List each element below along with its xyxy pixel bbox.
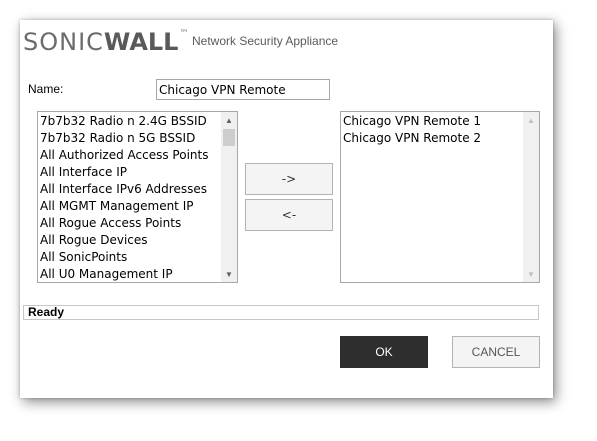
ok-button[interactable]: OK — [340, 336, 428, 368]
scroll-thumb[interactable] — [223, 129, 235, 146]
list-item[interactable]: All Interface IPv6 Addresses — [38, 181, 221, 198]
cancel-button[interactable]: CANCEL — [452, 336, 540, 368]
product-title: Network Security Appliance — [192, 34, 339, 48]
status-bar: Ready — [23, 305, 539, 320]
scroll-down-icon[interactable]: ▼ — [523, 266, 539, 282]
name-label: Name: — [28, 82, 64, 96]
address-group-dialog: SONIC WALL ™ Network Security Appliance Na… — [20, 20, 553, 398]
list-item[interactable]: All Rogue Access Points — [38, 215, 221, 232]
list-item[interactable]: Chicago VPN Remote 2 — [341, 130, 523, 147]
list-item[interactable]: 7b7b32 Radio n 2.4G BSSID — [38, 113, 221, 130]
group-members-items: Chicago VPN Remote 1 Chicago VPN Remote 2 — [341, 113, 523, 147]
name-input[interactable] — [156, 79, 330, 100]
list-item[interactable]: All Authorized Access Points — [38, 147, 221, 164]
brand-light-text: SONIC — [23, 28, 104, 56]
remove-from-group-button[interactable]: <- — [245, 199, 333, 231]
list-item[interactable]: Chicago VPN Remote 1 — [341, 113, 523, 130]
group-members-list[interactable]: Chicago VPN Remote 1 Chicago VPN Remote 2… — [340, 111, 540, 283]
list-item[interactable]: All Rogue Devices — [38, 232, 221, 249]
list-item[interactable]: All MGMT Management IP — [38, 198, 221, 215]
available-objects-items: 7b7b32 Radio n 2.4G BSSID 7b7b32 Radio n … — [38, 113, 221, 282]
scroll-down-icon[interactable]: ▼ — [221, 266, 237, 282]
brand-bold-text: WALL — [103, 28, 179, 56]
available-list-scrollbar[interactable]: ▲ ▼ — [221, 112, 237, 282]
available-objects-list[interactable]: 7b7b32 Radio n 2.4G BSSID 7b7b32 Radio n … — [37, 111, 238, 283]
trademark-mark: ™ — [179, 29, 190, 39]
list-item[interactable]: All Interface IP — [38, 164, 221, 181]
list-item[interactable]: All SonicPoints — [38, 249, 221, 266]
list-item[interactable]: All U0 Management IP — [38, 266, 221, 282]
scroll-up-icon[interactable]: ▲ — [523, 112, 539, 128]
list-item[interactable]: 7b7b32 Radio n 5G BSSID — [38, 130, 221, 147]
sonicwall-logo: SONIC WALL ™ — [23, 27, 189, 57]
group-list-scrollbar[interactable]: ▲ ▼ — [523, 112, 539, 282]
add-to-group-button[interactable]: -> — [245, 163, 333, 195]
scroll-up-icon[interactable]: ▲ — [221, 112, 237, 128]
